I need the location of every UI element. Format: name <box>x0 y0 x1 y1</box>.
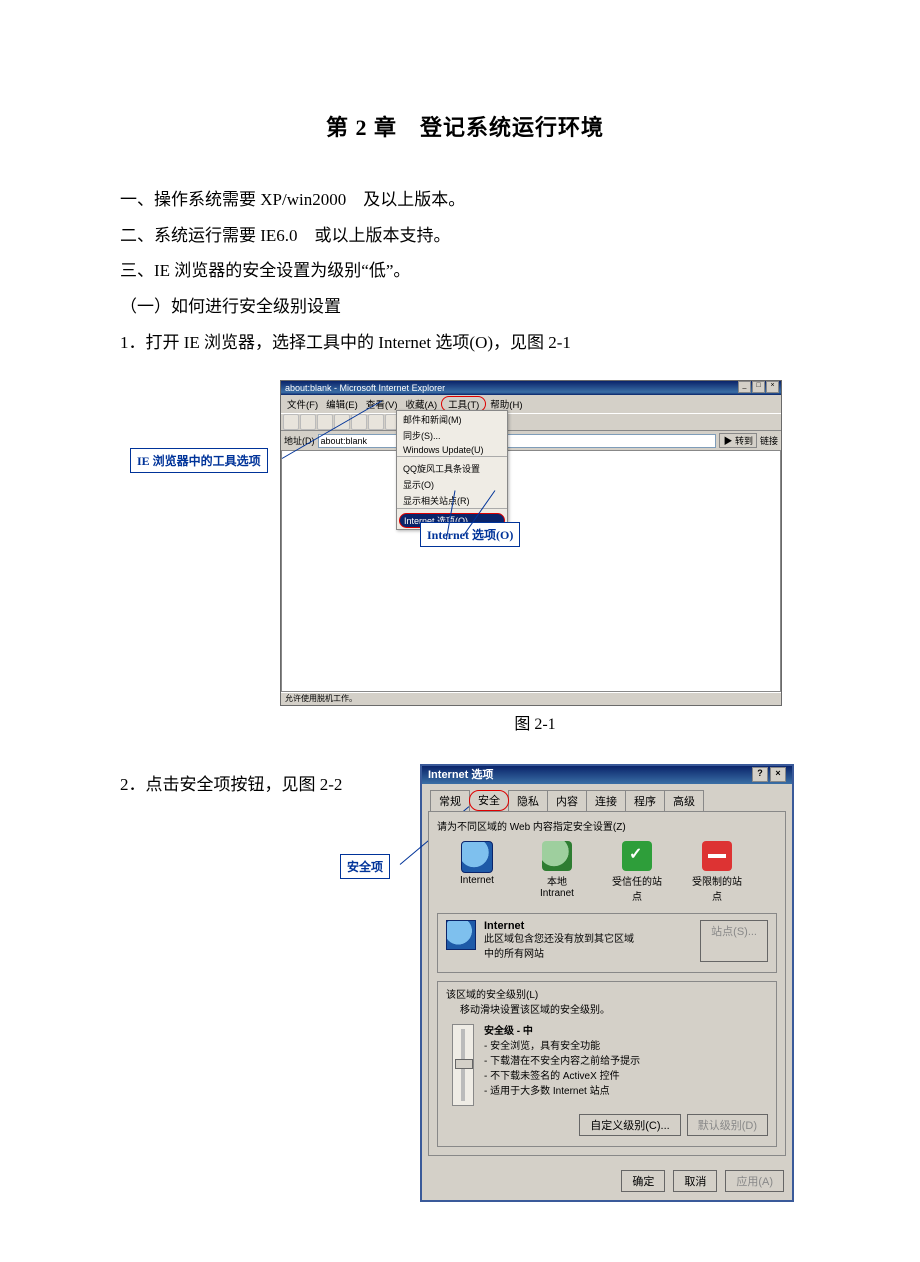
dialog-tabs: 常规 安全 隐私 内容 连接 程序 高级 <box>422 790 792 811</box>
minimize-icon[interactable]: _ <box>738 381 751 393</box>
ie-menubar: 文件(F) 编辑(E) 查看(V) 收藏(A) 工具(T) 帮助(H) <box>281 395 781 413</box>
trusted-icon <box>622 841 652 871</box>
dropdown-item[interactable]: 同步(S)... <box>397 427 507 443</box>
zone-trusted[interactable]: 受信任的站 点 <box>607 841 667 903</box>
dropdown-item[interactable]: Windows Update(U) <box>397 443 507 456</box>
zone-head: Internet <box>484 920 692 932</box>
internet-options-dialog: Internet 选项 ? × 常规 安全 隐私 内容 连接 程序 高级 请 <box>420 764 794 1202</box>
apply-button[interactable]: 应用(A) <box>725 1170 784 1192</box>
forward-icon[interactable] <box>300 414 316 430</box>
security-slider[interactable] <box>452 1024 474 1106</box>
help-icon[interactable]: ? <box>752 767 768 782</box>
level-group: 该区域的安全级别(L) 移动滑块设置该区域的安全级别。 安全级 - 中 - 安全… <box>437 981 777 1147</box>
zone-desc: 此区域包含您还没有放到其它区域 中的所有网站 <box>484 932 692 962</box>
figure-2-1: about:blank - Microsoft Internet Explore… <box>280 380 790 734</box>
maximize-icon[interactable]: □ <box>752 381 765 393</box>
figure-2-2: Internet 选项 ? × 常规 安全 隐私 内容 连接 程序 高级 请 <box>420 764 794 1202</box>
ie-titlebar: about:blank - Microsoft Internet Explore… <box>281 381 781 395</box>
tab-privacy[interactable]: 隐私 <box>508 790 548 811</box>
level-bullet: - 安全浏览，具有安全功能 <box>484 1039 640 1054</box>
figure-caption-1: 图 2-1 <box>280 710 790 734</box>
tab-content[interactable]: 内容 <box>547 790 587 811</box>
para-howto: （一）如何进行安全级别设置 <box>120 289 810 325</box>
dialog-footer: 确定 取消 应用(A) <box>422 1162 792 1200</box>
go-button[interactable]: ▶ 转到 <box>719 433 757 448</box>
level-label: 该区域的安全级别(L) <box>446 988 768 1003</box>
zone-intranet[interactable]: 本地 Intranet <box>527 841 587 903</box>
slider-thumb-icon[interactable] <box>455 1059 473 1069</box>
stop-icon[interactable] <box>317 414 333 430</box>
tab-security[interactable]: 安全 <box>469 790 509 811</box>
ie-addressbar: 地址(D) ▶ 转到 链接 <box>281 431 781 451</box>
intranet-icon <box>542 841 572 871</box>
para-sec: 三、IE 浏览器的安全设置为级别“低”。 <box>120 253 810 289</box>
dropdown-item[interactable]: 邮件和新闻(M) <box>397 411 507 427</box>
zone-instruction: 请为不同区域的 Web 内容指定安全设置(Z) <box>437 820 777 835</box>
para-os: 一、操作系统需要 XP/win2000 及以上版本。 <box>120 182 810 218</box>
zone-label: 受限制的站 点 <box>687 873 747 903</box>
level-bullet: - 适用于大多数 Internet 站点 <box>484 1084 640 1099</box>
zone-label: Internet <box>447 875 507 886</box>
menu-edit[interactable]: 编辑(E) <box>322 396 362 412</box>
cancel-button[interactable]: 取消 <box>673 1170 717 1192</box>
callout-security-tab: 安全项 <box>340 854 390 879</box>
back-icon[interactable] <box>283 414 299 430</box>
level-name: 安全级 - 中 <box>484 1024 640 1039</box>
zone-row: Internet 本地 Intranet 受信任的站 点 受限制的站 <box>447 841 777 903</box>
tab-conn[interactable]: 连接 <box>586 790 626 811</box>
ie-statusbar: 允许使用脱机工作。 <box>281 692 781 705</box>
links-label: 链接 <box>760 434 778 447</box>
sites-button[interactable]: 站点(S)... <box>700 920 768 962</box>
tab-adv[interactable]: 高级 <box>664 790 704 811</box>
security-panel: 请为不同区域的 Web 内容指定安全设置(Z) Internet 本地 Intr… <box>428 811 786 1156</box>
tools-dropdown: 邮件和新闻(M) 同步(S)... Windows Update(U) QQ旋风… <box>396 410 508 530</box>
level-hint: 移动滑块设置该区域的安全级别。 <box>460 1003 768 1018</box>
para-ie: 二、系统运行需要 IE6.0 或以上版本支持。 <box>120 218 810 254</box>
level-bullet: - 不下载未签名的 ActiveX 控件 <box>484 1069 640 1084</box>
close-icon[interactable]: × <box>766 381 779 393</box>
dialog-titlebar: Internet 选项 ? × <box>422 766 792 784</box>
address-input[interactable] <box>318 434 717 448</box>
restricted-icon <box>702 841 732 871</box>
zone-restricted[interactable]: 受限制的站 点 <box>687 841 747 903</box>
ie-content-area <box>281 451 781 692</box>
dropdown-item[interactable]: QQ旋风工具条设置 <box>397 460 507 476</box>
zone-info-group: Internet 此区域包含您还没有放到其它区域 中的所有网站 站点(S)... <box>437 913 777 973</box>
close-icon[interactable]: × <box>770 767 786 782</box>
zone-label: 本地 Intranet <box>527 873 587 899</box>
dropdown-item[interactable]: 显示(O) <box>397 476 507 492</box>
para-step1: 1．打开 IE 浏览器，选择工具中的 Internet 选项(O)，见图 2-1 <box>120 325 810 361</box>
globe-icon <box>446 920 476 950</box>
dialog-title-text: Internet 选项 <box>428 766 493 784</box>
search-icon[interactable] <box>368 414 384 430</box>
go-label: 转到 <box>735 436 753 446</box>
zone-label: 受信任的站 点 <box>607 873 667 903</box>
ie-window: about:blank - Microsoft Internet Explore… <box>280 380 782 706</box>
zone-internet[interactable]: Internet <box>447 841 507 903</box>
globe-icon <box>461 841 493 873</box>
tab-prog[interactable]: 程序 <box>625 790 665 811</box>
callout-tools: IE 浏览器中的工具选项 <box>130 448 268 473</box>
chapter-title: 第 2 章 登记系统运行环境 <box>120 110 810 142</box>
menu-file[interactable]: 文件(F) <box>283 396 322 412</box>
custom-level-button[interactable]: 自定义级别(C)... <box>579 1114 680 1136</box>
level-bullet: - 下载潜在不安全内容之前给予提示 <box>484 1054 640 1069</box>
ok-button[interactable]: 确定 <box>621 1170 665 1192</box>
para-step2: 2．点击安全项按钮，见图 2-2 <box>120 764 420 802</box>
default-level-button[interactable]: 默认级别(D) <box>687 1114 768 1136</box>
tab-general[interactable]: 常规 <box>430 790 470 811</box>
ie-title-text: about:blank - Microsoft Internet Explore… <box>285 381 445 395</box>
